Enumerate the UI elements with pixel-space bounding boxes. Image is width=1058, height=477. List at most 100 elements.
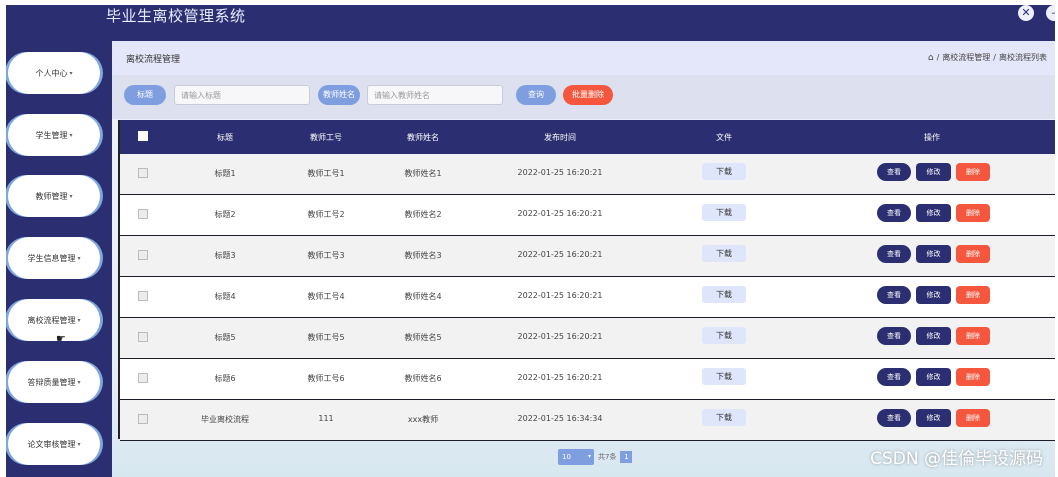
delete-button[interactable]: 删除 — [956, 163, 990, 181]
page-number-button[interactable]: 1 — [620, 451, 633, 463]
edit-button[interactable]: 修改 — [916, 204, 951, 222]
sidebar-item-student-management[interactable]: 学生管理 ▾ — [8, 114, 100, 156]
sidebar-item-label: 学生信息管理 — [27, 253, 76, 263]
delete-button[interactable]: 删除 — [956, 368, 990, 386]
view-button[interactable]: 查看 — [877, 286, 911, 304]
edit-button[interactable]: 修改 — [916, 245, 951, 263]
cell-time: 2022-01-25 16:20:21 — [517, 250, 603, 259]
teacher-search-input[interactable]: 请输入教师姓名 — [367, 85, 503, 105]
download-button[interactable]: 下载 — [702, 163, 746, 180]
cell-title: 标题5 — [214, 333, 236, 342]
download-button[interactable]: 下载 — [702, 368, 746, 385]
sidebar-item-label: 教师管理 — [35, 191, 68, 201]
app-frame: 毕业生离校管理系统 ✕ – 个人中心▾ 学生管理▾ 教师管理▾ 学生信息管理▾ … — [6, 5, 1055, 477]
select-all-checkbox[interactable] — [138, 131, 148, 141]
sidebar-item-student-info[interactable]: 学生信息管理 ▾ — [8, 237, 100, 279]
close-icon[interactable]: ✕ — [1018, 5, 1034, 21]
table-header: 标题 教师工号 教师姓名 发布时间 文件 操作 — [120, 120, 1055, 154]
cell-time: 2022-01-25 16:20:21 — [517, 209, 603, 218]
download-button[interactable]: 下载 — [702, 327, 746, 344]
delete-button[interactable]: 删除 — [956, 286, 990, 304]
pagination: 10 ▾ 共7条 1 — [558, 449, 633, 465]
column-header-file: 文件 — [716, 133, 732, 142]
chevron-down-icon: ▾ — [587, 453, 591, 460]
sidebar-item-label: 答辩质量管理 — [27, 377, 76, 387]
view-button[interactable]: 查看 — [877, 409, 911, 427]
row-checkbox[interactable] — [138, 373, 148, 383]
download-button[interactable]: 下载 — [702, 409, 746, 426]
row-checkbox[interactable] — [138, 209, 148, 219]
cell-teacher-name: 教师姓名4 — [404, 292, 442, 301]
view-button[interactable]: 查看 — [877, 368, 911, 386]
title-search-input[interactable]: 请输入标题 — [174, 85, 310, 105]
chevron-down-icon: ▾ — [77, 254, 81, 262]
edit-button[interactable]: 修改 — [916, 163, 951, 181]
cell-time: 2022-01-25 16:20:21 — [517, 291, 603, 300]
column-header-title: 标题 — [217, 133, 233, 142]
minimize-icon[interactable]: – — [1046, 5, 1055, 21]
sidebar-item-defense-quality[interactable]: 答辩质量管理 ▾ — [8, 361, 100, 403]
batch-delete-button[interactable]: 批量删除 — [563, 85, 613, 105]
download-button[interactable]: 下载 — [702, 286, 746, 303]
sidebar-item-thesis-review[interactable]: 论文审核管理 ▾ — [8, 423, 100, 465]
column-header-teacher-no: 教师工号 — [310, 133, 342, 142]
sidebar-item-teacher-management[interactable]: 教师管理 ▾ — [8, 175, 100, 217]
table-row: 标题1 教师工号1 教师姓名1 2022-01-25 16:20:21 下载 查… — [120, 154, 1055, 195]
main-content: 离校流程管理 ⌂ / 离校流程管理 / 离校流程列表 标题 请输入标题 教师姓名… — [112, 41, 1055, 477]
cell-title: 标题1 — [214, 169, 236, 178]
delete-button[interactable]: 删除 — [956, 409, 990, 427]
cell-teacher-no: 教师工号4 — [307, 292, 345, 301]
breadcrumb-sep: / — [993, 53, 996, 62]
chevron-down-icon: ▾ — [77, 440, 81, 448]
cell-teacher-name: xxx教师 — [407, 415, 439, 424]
cell-time: 2022-01-25 16:20:21 — [517, 332, 603, 341]
delete-button[interactable]: 删除 — [956, 327, 990, 345]
edit-button[interactable]: 修改 — [916, 409, 951, 427]
download-button[interactable]: 下载 — [702, 204, 746, 221]
cell-teacher-name: 教师姓名5 — [404, 333, 442, 342]
cell-teacher-name: 教师姓名1 — [404, 169, 442, 178]
breadcrumb-item[interactable]: 离校流程管理 — [942, 52, 990, 63]
sidebar-item-label: 论文审核管理 — [27, 439, 76, 449]
sidebar-item-personal-center[interactable]: 个人中心 ▾ — [8, 52, 100, 94]
view-button[interactable]: 查看 — [877, 245, 911, 263]
table-row: 毕业离校流程 111 xxx教师 2022-01-25 16:34:34 下载 … — [120, 400, 1055, 441]
delete-button[interactable]: 删除 — [956, 245, 990, 263]
chevron-down-icon: ▾ — [77, 378, 81, 386]
view-button[interactable]: 查看 — [877, 327, 911, 345]
home-icon[interactable]: ⌂ — [928, 53, 934, 63]
cell-teacher-no: 教师工号5 — [307, 333, 345, 342]
page-size-select[interactable]: 10 ▾ — [558, 449, 594, 465]
row-checkbox[interactable] — [138, 332, 148, 342]
cell-teacher-name: 教师姓名3 — [404, 251, 442, 260]
watermark-text: CSDN @佳倫毕设源码 — [870, 449, 1043, 469]
breadcrumb-item: 离校流程列表 — [999, 53, 1047, 62]
query-button[interactable]: 查询 — [516, 85, 556, 105]
cell-title: 毕业离校流程 — [201, 415, 249, 424]
edit-button[interactable]: 修改 — [916, 368, 951, 386]
column-header-teacher-name: 教师姓名 — [407, 133, 439, 142]
row-checkbox[interactable] — [138, 250, 148, 260]
view-button[interactable]: 查看 — [877, 163, 911, 181]
sidebar-item-label: 离校流程管理 — [27, 315, 76, 325]
row-checkbox[interactable] — [138, 414, 148, 424]
title-search-label: 标题 — [124, 85, 166, 105]
cell-time: 2022-01-25 16:20:21 — [517, 373, 603, 382]
cell-title: 标题3 — [214, 251, 236, 260]
chevron-down-icon: ▾ — [69, 131, 73, 139]
cell-teacher-no: 教师工号2 — [307, 210, 345, 219]
edit-button[interactable]: 修改 — [916, 286, 951, 304]
teacher-search-label: 教师姓名 — [318, 85, 360, 105]
chevron-down-icon: ▾ — [77, 316, 81, 324]
sidebar-item-leave-process[interactable]: 离校流程管理 ▾ — [8, 299, 100, 341]
table-row: 标题5 教师工号5 教师姓名5 2022-01-25 16:20:21 下载 查… — [120, 318, 1055, 359]
delete-button[interactable]: 删除 — [956, 204, 990, 222]
row-checkbox[interactable] — [138, 168, 148, 178]
view-button[interactable]: 查看 — [877, 204, 911, 222]
download-button[interactable]: 下载 — [702, 245, 746, 262]
cell-title: 标题4 — [214, 292, 236, 301]
column-header-time: 发布时间 — [544, 133, 576, 142]
row-checkbox[interactable] — [138, 291, 148, 301]
page-title: 离校流程管理 — [126, 55, 181, 65]
edit-button[interactable]: 修改 — [916, 327, 951, 345]
